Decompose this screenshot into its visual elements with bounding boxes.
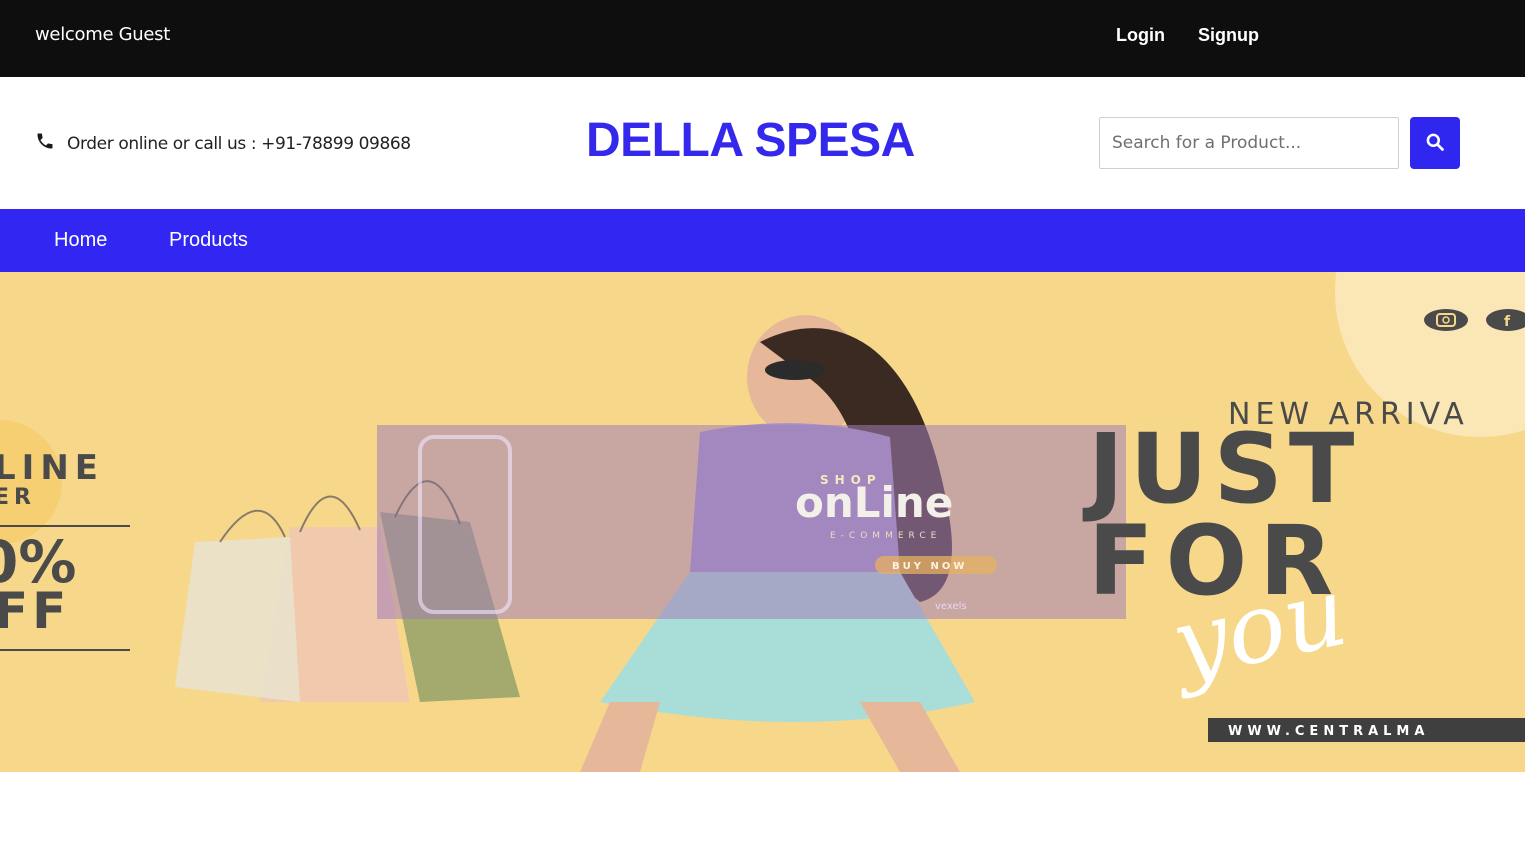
signup-link[interactable]: Signup: [1198, 25, 1259, 46]
overlay-vexels-text: vexels: [935, 601, 967, 612]
bag-handle-1: [299, 495, 361, 533]
brand-logo[interactable]: DELLA SPESA: [586, 113, 915, 168]
phone-icon: [35, 131, 55, 151]
main-nav: Home Products: [0, 209, 1525, 272]
banner-left-line2: ER: [0, 485, 36, 510]
nav-products[interactable]: Products: [169, 229, 248, 252]
banner-website-text: WWW.CENTRALMA: [1228, 724, 1429, 739]
banner-left-off: FF: [0, 582, 70, 640]
top-bar: welcome Guest Login Signup: [0, 0, 1525, 77]
login-link[interactable]: Login: [1116, 25, 1165, 46]
woman-sunglasses: [765, 360, 825, 380]
banner-graphic: LINE ER 0% FF SHOP onLine E-COMMERCE BUY…: [0, 272, 1525, 772]
contact-text: Order online or call us : +91-78899 0986…: [67, 134, 411, 154]
search-button[interactable]: [1410, 117, 1460, 169]
bag-white: [175, 537, 300, 702]
nav-home[interactable]: Home: [54, 229, 107, 252]
svg-text:f: f: [1504, 314, 1511, 330]
search-icon: [1425, 132, 1445, 155]
bag-handle-2: [219, 509, 286, 543]
banner-left-line1: LINE: [0, 448, 104, 488]
welcome-text: welcome Guest: [35, 24, 171, 45]
woman-leg-right: [860, 702, 960, 772]
site-header: Order online or call us : +91-78899 0986…: [0, 77, 1525, 209]
search-input[interactable]: [1099, 117, 1399, 169]
hero-banner[interactable]: LINE ER 0% FF SHOP onLine E-COMMERCE BUY…: [0, 272, 1525, 772]
banner-overlay-panel: [377, 425, 1126, 619]
woman-leg-left: [580, 702, 660, 772]
overlay-online-text: onLine: [795, 478, 953, 527]
overlay-buy-now-text: BUY NOW: [892, 561, 967, 572]
instagram-icon: [1424, 309, 1468, 331]
overlay-ecommerce-text: E-COMMERCE: [830, 531, 941, 541]
